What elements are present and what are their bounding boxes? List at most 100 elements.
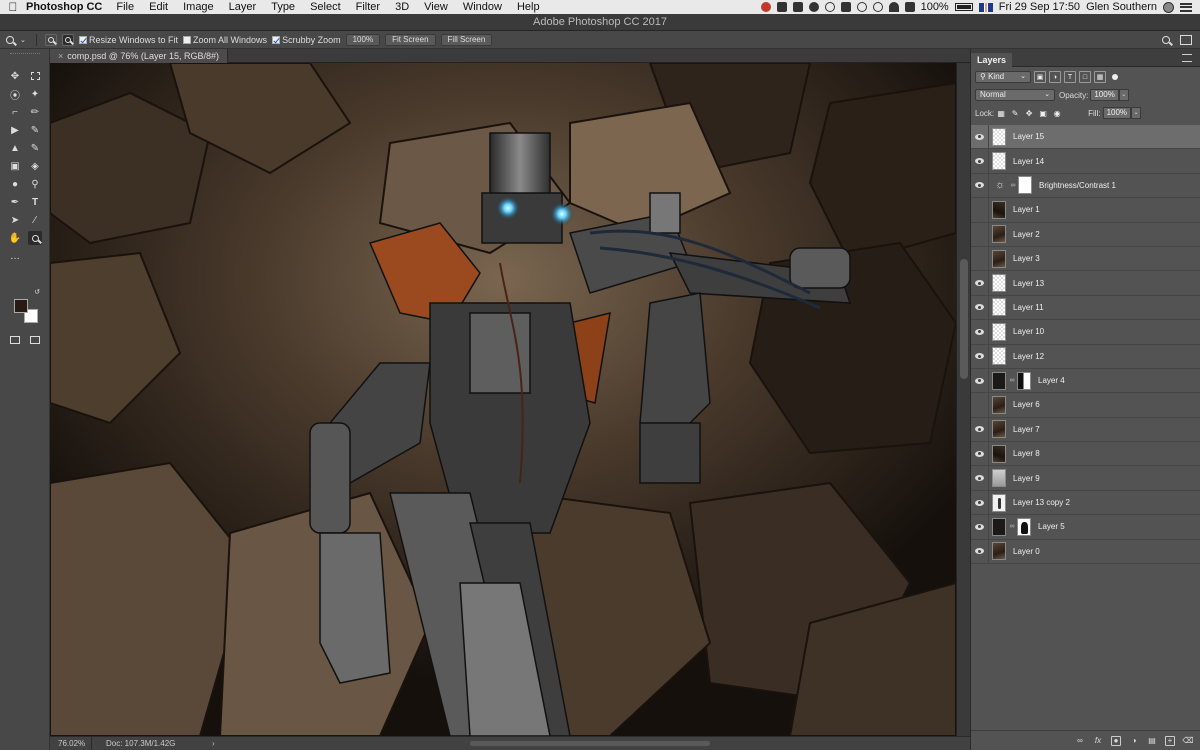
- workspace-icon[interactable]: [1180, 34, 1192, 45]
- move-tool-icon[interactable]: ✥: [8, 69, 22, 83]
- filter-toggle-icon[interactable]: [1112, 74, 1118, 80]
- new-group-folder-icon[interactable]: ▤: [1147, 736, 1157, 746]
- layer-row-layer-1[interactable]: Layer 1: [971, 197, 1200, 223]
- new-layer-icon[interactable]: +: [1165, 735, 1175, 746]
- layer-name[interactable]: Layer 5: [1038, 522, 1065, 531]
- time-machine-icon[interactable]: [872, 2, 883, 12]
- layer-name[interactable]: Layer 8: [1013, 449, 1040, 458]
- layer-row-layer-11[interactable]: Layer 11: [971, 295, 1200, 321]
- app-menu[interactable]: Photoshop CC: [26, 1, 102, 13]
- tray-app-icon[interactable]: [792, 2, 803, 12]
- marquee-tool-icon[interactable]: [28, 69, 42, 83]
- battery-icon[interactable]: [954, 3, 973, 11]
- layer-mask-thumbnail[interactable]: [1017, 371, 1031, 390]
- fit-screen-button[interactable]: Fit Screen: [385, 33, 436, 46]
- layer-name[interactable]: Layer 1: [1013, 205, 1040, 214]
- tab-layers[interactable]: Layers: [971, 53, 1013, 67]
- panel-menu-icon[interactable]: [1182, 54, 1192, 62]
- add-mask-icon[interactable]: ●: [1111, 735, 1121, 746]
- layer-row-layer-6[interactable]: Layer 6: [971, 393, 1200, 418]
- pixel-filter-icon[interactable]: ▣: [1034, 71, 1046, 83]
- dodge-tool-icon[interactable]: ⚲: [28, 177, 42, 191]
- visibility-toggle[interactable]: [971, 441, 989, 466]
- clock-icon[interactable]: [856, 2, 867, 12]
- paint-bucket-tool-icon[interactable]: ◈: [28, 159, 42, 173]
- hand-tool-icon[interactable]: ✋: [8, 231, 22, 245]
- layer-name[interactable]: Layer 2: [1013, 230, 1040, 239]
- user-name[interactable]: Glen Southern: [1086, 1, 1157, 13]
- layer-row-layer-13[interactable]: Layer 13: [971, 271, 1200, 296]
- layer-name[interactable]: Layer 11: [1013, 303, 1044, 312]
- lock-all-icon[interactable]: ◉: [1052, 108, 1062, 118]
- menu-layer[interactable]: Layer: [229, 1, 257, 13]
- brush-tool-icon[interactable]: ✎: [28, 123, 42, 137]
- layer-row-layer-12[interactable]: Layer 12: [971, 344, 1200, 369]
- lock-transparent-pixels-icon[interactable]: ▦: [996, 108, 1006, 118]
- edit-toolbar-icon[interactable]: …: [8, 249, 22, 263]
- volume-icon[interactable]: [904, 2, 915, 12]
- layer-row-layer-4[interactable]: ∞ Layer 4: [971, 368, 1200, 394]
- swap-colors-icon[interactable]: ↺: [30, 285, 44, 299]
- layer-name[interactable]: Layer 15: [1013, 132, 1044, 141]
- menu-3d[interactable]: 3D: [395, 1, 409, 13]
- lock-artboard-icon[interactable]: ▣: [1038, 108, 1048, 118]
- type-filter-icon[interactable]: T: [1064, 71, 1076, 83]
- smart-object-filter-icon[interactable]: ▦: [1094, 71, 1106, 83]
- apple-icon[interactable]: : [0, 0, 26, 14]
- input-source-flag-icon[interactable]: [978, 2, 993, 12]
- crop-tool-icon[interactable]: ⌐: [8, 105, 22, 119]
- layer-mask-thumbnail[interactable]: [1018, 176, 1032, 195]
- menu-edit[interactable]: Edit: [149, 1, 168, 13]
- scrubby-zoom-checkbox[interactable]: Scrubby Zoom: [272, 35, 341, 45]
- visibility-toggle[interactable]: [971, 124, 989, 149]
- visibility-toggle[interactable]: [971, 246, 989, 271]
- visibility-toggle[interactable]: [971, 368, 989, 393]
- layer-row-layer-8[interactable]: Layer 8: [971, 441, 1200, 467]
- visibility-toggle[interactable]: [971, 417, 989, 442]
- creative-cloud-icon[interactable]: [760, 2, 771, 12]
- visibility-toggle[interactable]: [971, 197, 989, 222]
- layer-mask-thumbnail[interactable]: [1017, 517, 1031, 536]
- menu-help[interactable]: Help: [517, 1, 540, 13]
- toolbar-grip[interactable]: [10, 53, 40, 57]
- type-tool-icon[interactable]: T: [28, 195, 42, 209]
- layer-row-layer-9[interactable]: Layer 9: [971, 466, 1200, 491]
- layer-row-layer-0[interactable]: Layer 0: [971, 539, 1200, 565]
- canvas-area[interactable]: [50, 63, 970, 736]
- layer-row-layer-7[interactable]: Layer 7: [971, 417, 1200, 443]
- visibility-toggle[interactable]: [971, 539, 989, 564]
- opacity-slider-toggle[interactable]: ⌄: [1118, 89, 1129, 101]
- layer-name[interactable]: Layer 0: [1013, 547, 1040, 556]
- menu-type[interactable]: Type: [271, 1, 295, 13]
- layer-style-fx-icon[interactable]: fx: [1093, 736, 1103, 746]
- layer-name[interactable]: Layer 13: [1013, 279, 1044, 288]
- link-icon[interactable]: ∞: [1010, 182, 1016, 189]
- visibility-toggle[interactable]: [971, 319, 989, 344]
- adjustment-filter-icon[interactable]: ◑: [1049, 71, 1061, 83]
- fill-screen-button[interactable]: Fill Screen: [440, 33, 493, 46]
- layer-row-layer-3[interactable]: Layer 3: [971, 246, 1200, 272]
- checkbox-checked[interactable]: [272, 35, 281, 44]
- status-menu-arrow-icon[interactable]: ›: [212, 739, 215, 748]
- visibility-toggle[interactable]: [971, 149, 989, 174]
- close-icon[interactable]: ×: [58, 51, 63, 61]
- lock-position-icon[interactable]: ✥: [1024, 108, 1034, 118]
- sync-icon[interactable]: [824, 2, 835, 12]
- notification-center-icon[interactable]: [1180, 2, 1192, 12]
- lock-image-pixels-icon[interactable]: ✎: [1010, 108, 1020, 118]
- layer-name[interactable]: Layer 10: [1013, 327, 1044, 336]
- zoom-in-button[interactable]: [45, 33, 57, 46]
- layer-row-layer-15[interactable]: Layer 15: [971, 124, 1200, 150]
- visibility-toggle[interactable]: [971, 222, 989, 247]
- visibility-toggle[interactable]: [971, 173, 989, 198]
- layer-name[interactable]: Layer 14: [1013, 157, 1044, 166]
- checkbox-checked[interactable]: [79, 35, 87, 44]
- visibility-toggle[interactable]: [971, 514, 989, 539]
- search-icon[interactable]: [1162, 35, 1170, 44]
- date-time[interactable]: Fri 29 Sep 17:50: [999, 1, 1080, 13]
- link-icon[interactable]: ∞: [1009, 523, 1015, 530]
- pen-tool-icon[interactable]: ✒: [8, 195, 22, 209]
- trash-icon[interactable]: ⌫: [1182, 736, 1193, 746]
- line-tool-icon[interactable]: ∕: [28, 213, 42, 227]
- visibility-toggle[interactable]: [971, 393, 989, 417]
